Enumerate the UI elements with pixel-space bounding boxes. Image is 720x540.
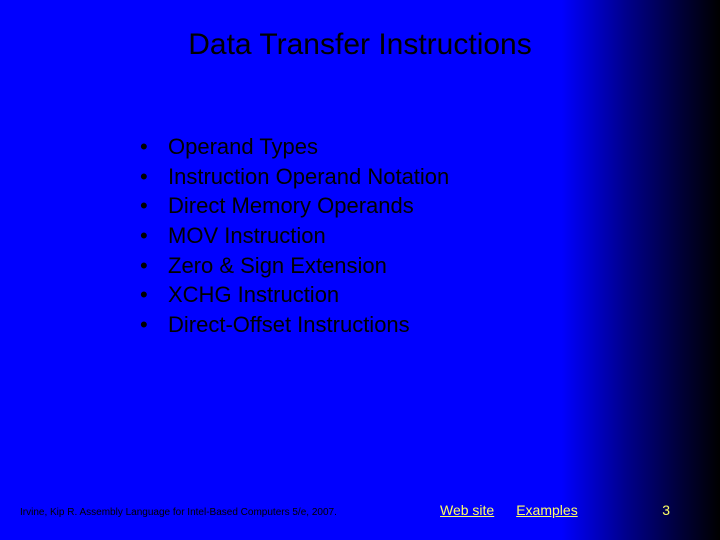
list-item: • Zero & Sign Extension — [140, 251, 449, 281]
footer-links: Web site Examples — [440, 502, 578, 518]
bullet-text: Direct-Offset Instructions — [168, 310, 410, 340]
list-item: • Direct Memory Operands — [140, 191, 449, 221]
slide-title: Data Transfer Instructions — [0, 28, 720, 62]
footer-author-text: Irvine, Kip R. Assembly Language for Int… — [20, 507, 337, 518]
bullet-text: Zero & Sign Extension — [168, 251, 387, 281]
list-item: • Direct-Offset Instructions — [140, 310, 449, 340]
bullet-icon: • — [140, 132, 168, 162]
bullet-icon: • — [140, 251, 168, 281]
bullet-list: • Operand Types • Instruction Operand No… — [140, 132, 449, 340]
bullet-icon: • — [140, 280, 168, 310]
list-item: • Operand Types — [140, 132, 449, 162]
page-number: 3 — [662, 502, 670, 518]
bullet-text: Direct Memory Operands — [168, 191, 414, 221]
bullet-icon: • — [140, 191, 168, 221]
slide: Data Transfer Instructions • Operand Typ… — [0, 0, 720, 540]
list-item: • MOV Instruction — [140, 221, 449, 251]
bullet-icon: • — [140, 162, 168, 192]
bullet-text: XCHG Instruction — [168, 280, 339, 310]
web-site-link[interactable]: Web site — [440, 502, 494, 518]
bullet-text: MOV Instruction — [168, 221, 326, 251]
list-item: • Instruction Operand Notation — [140, 162, 449, 192]
bullet-icon: • — [140, 221, 168, 251]
list-item: • XCHG Instruction — [140, 280, 449, 310]
bullet-icon: • — [140, 310, 168, 340]
bullet-text: Operand Types — [168, 132, 318, 162]
footer: Irvine, Kip R. Assembly Language for Int… — [20, 507, 700, 518]
bullet-text: Instruction Operand Notation — [168, 162, 449, 192]
examples-link[interactable]: Examples — [516, 502, 577, 518]
